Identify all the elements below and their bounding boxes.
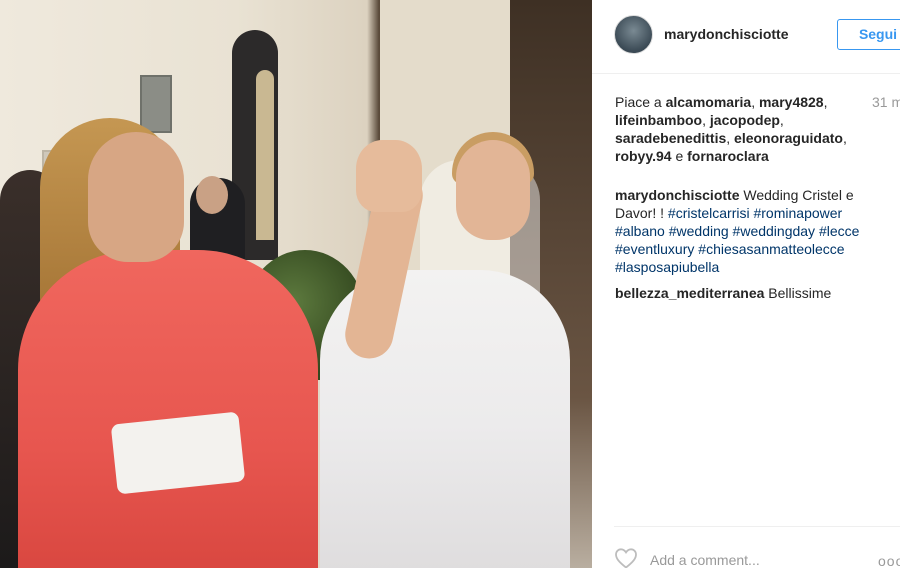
photo-clutch [110,411,246,495]
hashtag-link[interactable]: #rominapower [753,205,842,221]
comment-username[interactable]: bellezza_mediterranea [615,285,764,301]
likes-prefix: Piace a [615,94,662,110]
hashtag-link[interactable]: #wedding [669,223,729,239]
photo-bride-hand [356,140,422,212]
liker-link[interactable]: lifeinbamboo [615,112,702,128]
hashtag-link[interactable]: #lecce [819,223,859,239]
instagram-post: marydonchisciotte Segui Piace a alcamoma… [0,0,900,568]
likes-line: Piace a alcamomaria, mary4828, lifeinbam… [615,94,847,164]
photo-arch-inner [256,70,274,240]
post-username[interactable]: marydonchisciotte [664,26,788,42]
hashtag-link[interactable]: #albano [615,223,665,239]
photo-man-head [196,176,228,214]
hashtag-link[interactable]: #eventluxury [615,241,694,257]
comment-bar: Add a comment... ooo [614,526,900,568]
photo-woman-face [88,132,184,262]
follow-button[interactable]: Segui [837,19,900,50]
hashtag-link[interactable]: #cristelcarrisi [668,205,750,221]
post-timestamp[interactable]: 31 m [872,94,900,110]
profile-avatar[interactable] [614,15,653,54]
comment-text: Bellissime [768,285,832,301]
post-sidebar: marydonchisciotte Segui Piace a alcamoma… [592,0,900,568]
post-caption: marydonchisciotte Wedding Cristel e Davo… [615,186,875,276]
caption-username[interactable]: marydonchisciotte [615,187,739,203]
photo-woman-dress [18,250,318,568]
more-options-icon[interactable]: ooo [878,553,900,568]
liker-link[interactable]: alcamomaria [666,94,752,110]
comment-item: bellezza_mediterranea Bellissime [615,284,885,302]
post-photo[interactable] [0,0,592,568]
post-header: marydonchisciotte Segui [592,0,900,74]
hashtag-link[interactable]: #lasposapiubella [615,259,719,275]
liker-link[interactable]: fornaroclara [687,148,769,164]
liker-link[interactable]: saradebenedittis [615,130,726,146]
hashtag-link[interactable]: #chiesasanmatteolecce [698,241,844,257]
hashtag-link[interactable]: #weddingday [733,223,816,239]
liker-link[interactable]: mary4828 [759,94,824,110]
liker-link[interactable]: jacopodep [710,112,780,128]
add-comment-input[interactable]: Add a comment... [650,552,760,568]
liker-link[interactable]: eleonoraguidato [734,130,843,146]
likes-joiner: e [675,148,684,164]
liker-link[interactable]: robyy.94 [615,148,672,164]
photo-sign [140,75,172,133]
heart-outline-icon[interactable] [614,547,638,568]
photo-bride-face [456,140,530,240]
